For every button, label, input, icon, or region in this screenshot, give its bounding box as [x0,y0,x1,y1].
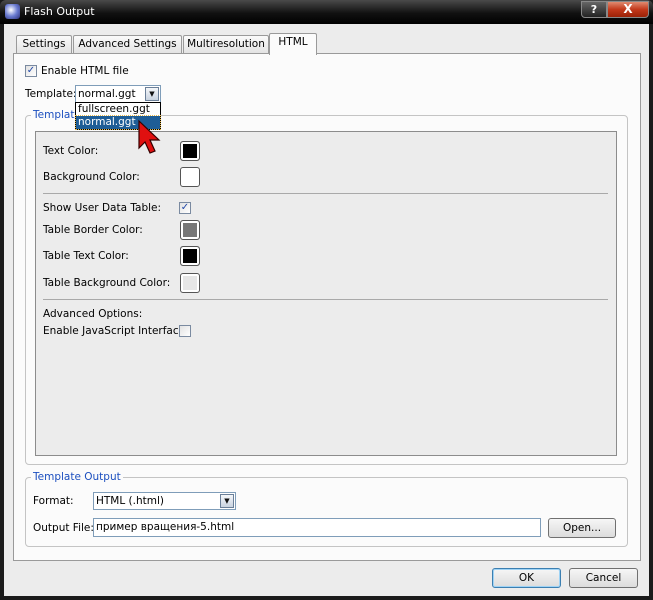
table-text-color-swatch[interactable] [180,246,200,266]
help-button[interactable]: ? [581,1,607,18]
window-title: Flash Output [24,5,95,18]
text-color-swatch[interactable] [180,141,200,161]
table-border-color-label: Table Border Color: [43,224,143,236]
output-file-input[interactable]: пример вращения-5.html [93,518,541,537]
tab-html[interactable]: HTML [269,33,317,55]
format-value: HTML (.html) [96,495,165,507]
close-button[interactable]: X [607,1,649,18]
chevron-down-icon[interactable]: ▼ [220,494,234,508]
divider [43,193,608,194]
table-border-color-swatch[interactable] [180,220,200,240]
show-user-data-table-checkbox[interactable]: ✓ [179,202,191,214]
format-label: Format: [33,495,74,507]
show-user-data-table-label: Show User Data Table: [43,202,162,214]
advanced-options-label: Advanced Options: [43,308,143,320]
option-fullscreen[interactable]: fullscreen.ggt [76,103,160,116]
template-label: Template: [25,88,77,100]
chevron-down-icon[interactable]: ▼ [145,87,159,101]
template-output-legend: Template Output [31,471,123,483]
background-color-swatch[interactable] [180,167,200,187]
tab-advanced-settings[interactable]: Advanced Settings [73,35,182,54]
open-button[interactable]: Open... [548,518,616,538]
table-background-color-label: Table Background Color: [43,277,171,289]
text-color-label: Text Color: [43,145,99,157]
enable-js-interface-label: Enable JavaScript Interface: [43,325,189,337]
tab-multiresolution[interactable]: Multiresolution [183,35,269,54]
enable-html-checkbox[interactable]: ✓ [25,65,37,77]
cancel-button[interactable]: Cancel [569,568,638,588]
tab-settings[interactable]: Settings [16,35,72,54]
ok-button[interactable]: OK [492,568,561,588]
table-background-color-swatch[interactable] [180,273,200,293]
enable-js-interface-checkbox[interactable] [179,325,191,337]
table-text-color-label: Table Text Color: [43,250,129,262]
template-value: normal.ggt [78,88,136,100]
app-icon [5,4,20,19]
enable-html-label: Enable HTML file [41,65,129,77]
divider [43,299,608,300]
background-color-label: Background Color: [43,171,140,183]
output-file-label: Output File: [33,522,94,534]
format-select[interactable]: HTML (.html) ▼ [93,492,236,510]
template-select[interactable]: normal.ggt ▼ [75,85,161,103]
title-bar[interactable] [0,0,653,24]
mouse-pointer-icon [138,119,161,154]
